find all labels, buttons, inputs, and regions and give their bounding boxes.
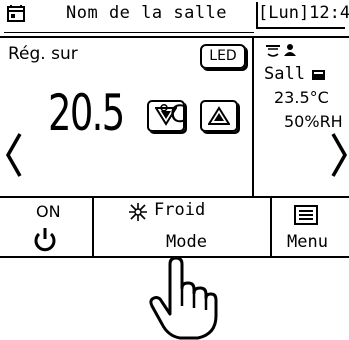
fan-status-icon: [266, 44, 296, 57]
datetime-display: [Lun]12:45: [258, 3, 349, 23]
mode-value: Froid: [154, 200, 206, 220]
room-temperature: 23.5°C: [274, 88, 329, 107]
temperature-up-button[interactable]: [200, 100, 238, 132]
list-icon: [294, 205, 318, 225]
title-bar: Nom de la salle [Lun]12:45: [0, 0, 349, 30]
triangle-up-icon: [208, 106, 230, 125]
mode-button-label: Mode: [166, 232, 207, 252]
room-name-title: Nom de la salle: [66, 3, 228, 23]
triangle-down-icon: [155, 107, 177, 126]
led-button[interactable]: LED: [200, 44, 246, 69]
snowflake-icon: [129, 203, 147, 221]
hand-pointer-icon: [149, 258, 218, 340]
panel-divider: [252, 38, 254, 196]
calendar-icon: [7, 5, 25, 22]
chevron-left-icon[interactable]: [5, 132, 23, 178]
led-button-label: LED: [209, 48, 237, 64]
setpoint-value: 20.5: [48, 84, 125, 142]
chevron-right-icon[interactable]: [330, 132, 348, 178]
temperature-down-button[interactable]: [147, 100, 185, 132]
title-divider: [4, 32, 254, 33]
room-label: Sall: [264, 64, 305, 84]
room-humidity: 50%RH: [284, 112, 343, 131]
on-off-label: ON: [36, 202, 61, 221]
setpoint-label: Rég. sur: [8, 44, 78, 64]
power-icon: [34, 228, 56, 252]
room-badge-icon: [312, 70, 325, 80]
menu-button-label: Menu: [287, 232, 328, 252]
